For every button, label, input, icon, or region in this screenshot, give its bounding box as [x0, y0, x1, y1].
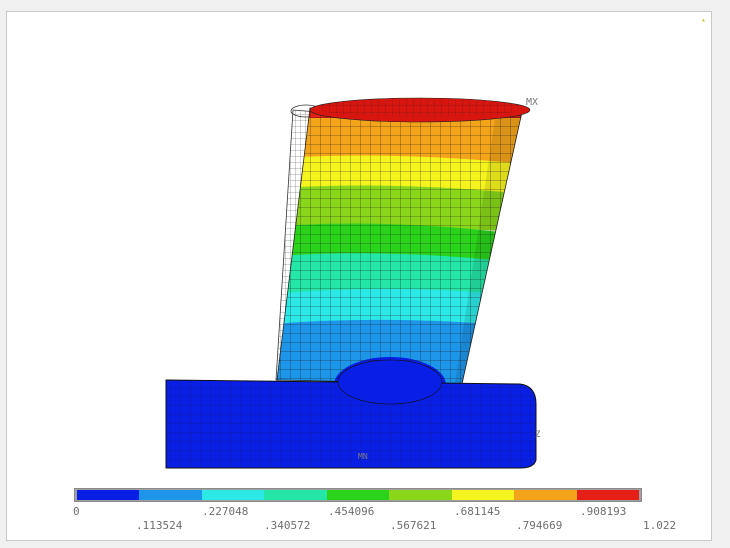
top-flange	[309, 97, 531, 123]
legend-value: .340572	[264, 519, 311, 532]
max-marker-label: MX	[526, 97, 539, 108]
legend-color-1	[77, 490, 140, 500]
legend-value: .227048	[202, 505, 249, 518]
legend-color-6	[389, 490, 452, 500]
contour-legend-bar	[74, 488, 642, 502]
legend-value: .794669	[516, 519, 563, 532]
legend-color-8	[514, 490, 577, 500]
legend-color-2	[139, 490, 202, 500]
legend-value: .113524	[136, 519, 183, 532]
legend-color-7	[451, 490, 515, 500]
legend-value: .681145	[454, 505, 501, 518]
legend-value: 1.022	[643, 519, 677, 532]
legend-value: .567621	[390, 519, 437, 532]
legend-color-9	[576, 490, 639, 500]
legend-color-4	[264, 490, 327, 500]
fea-contour-model	[165, 97, 537, 469]
legend-value: .454096	[328, 505, 375, 518]
view-indicator-icon: ▴	[701, 15, 706, 24]
min-marker-label: MN	[358, 452, 368, 461]
legend-color-5	[326, 490, 390, 500]
legend-value: .908193	[580, 505, 627, 518]
base-block	[165, 359, 537, 469]
axis-triad-label: Z	[535, 430, 541, 440]
legend-color-3	[201, 490, 265, 500]
legend-value: 0	[73, 505, 80, 518]
